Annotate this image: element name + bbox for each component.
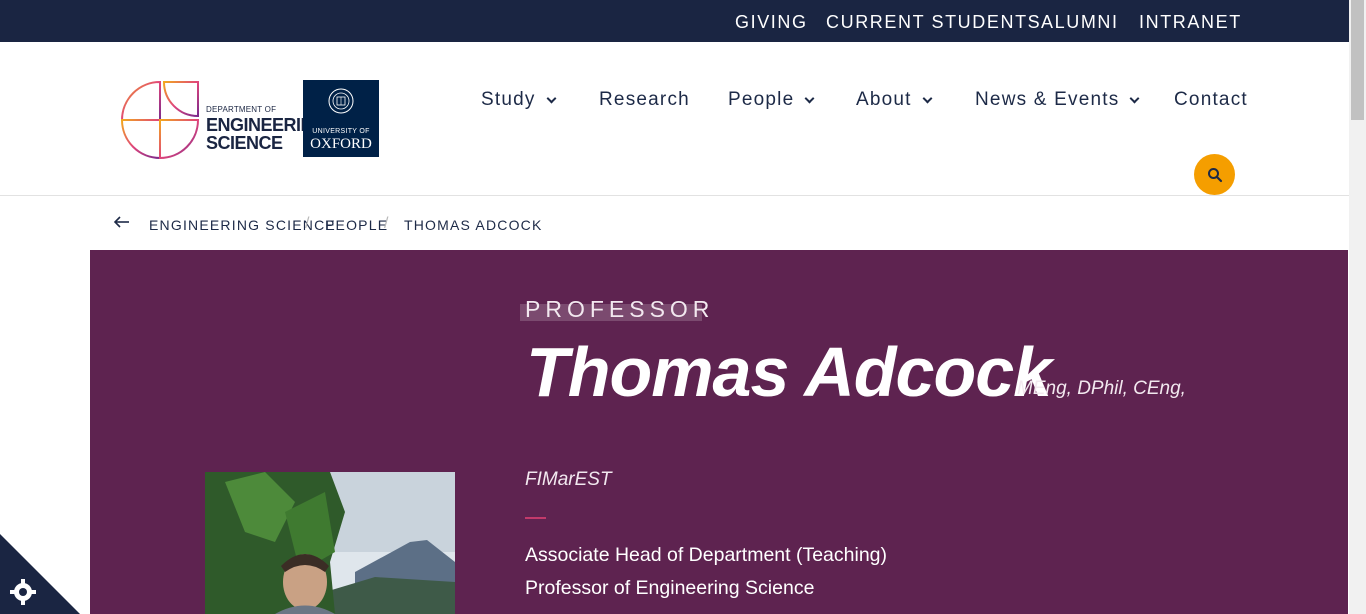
site-header: DEPARTMENT OF ENGINEERING SCIENCE UNIVER…: [0, 42, 1349, 196]
breadcrumb-people[interactable]: PEOPLE: [325, 217, 388, 233]
nav-people-label: People: [728, 89, 795, 110]
profile-title-1: Associate Head of Department (Teaching): [525, 544, 888, 566]
nav-study[interactable]: Study: [481, 89, 557, 111]
profile-role: PROFESSOR: [525, 296, 715, 322]
breadcrumb-separator: /: [305, 215, 310, 232]
breadcrumb-current: THOMAS ADCOCK: [404, 217, 543, 233]
nav-about[interactable]: About: [856, 89, 933, 111]
chevron-down-icon: [922, 93, 933, 103]
divider: [525, 517, 546, 519]
nav-news-label: News & Events: [975, 89, 1120, 110]
profile-title-2: Professor of Engineering Science: [525, 577, 815, 599]
search-button[interactable]: [1194, 154, 1235, 195]
nav-research-label: Research: [599, 89, 690, 110]
search-icon: [1207, 167, 1222, 182]
utility-bar: GIVING CURRENT STUDENTS ALUMNI INTRANET: [0, 0, 1349, 42]
nav-news-events[interactable]: News & Events: [975, 89, 1140, 111]
chevron-down-icon: [1129, 93, 1140, 103]
profile-photo: [205, 472, 455, 614]
department-logo-icon[interactable]: [120, 80, 200, 160]
oxford-line-2: OXFORD: [310, 136, 372, 152]
profile-postnominals-1: MEng, DPhil, CEng,: [1017, 378, 1186, 399]
scrollbar-thumb[interactable]: [1351, 0, 1364, 120]
current-students-link[interactable]: CURRENT STUDENTS: [826, 12, 1041, 33]
chevron-down-icon: [546, 93, 557, 103]
nav-research[interactable]: Research: [599, 89, 690, 111]
nav-people[interactable]: People: [728, 89, 815, 111]
intranet-link[interactable]: INTRANET: [1139, 12, 1242, 33]
breadcrumb-separator: /: [384, 215, 389, 232]
breadcrumb: ENGINEERING SCIENCE / PEOPLE / THOMAS AD…: [0, 196, 1349, 250]
profile-name: Thomas Adcock: [526, 333, 1052, 411]
oxford-crest-icon: [328, 88, 354, 114]
chevron-down-icon: [804, 93, 815, 103]
nav-study-label: Study: [481, 89, 536, 110]
oxford-line-1: UNIVERSITY OF: [312, 128, 370, 135]
profile-postnominals-2: FIMarEST: [525, 469, 612, 490]
nav-contact-label: Contact: [1174, 89, 1248, 110]
alumni-link[interactable]: ALUMNI: [1041, 12, 1119, 33]
profile-hero: PROFESSOR Thomas Adcock MEng, DPhil, CEn…: [90, 250, 1348, 614]
cookie-settings-button[interactable]: [0, 534, 80, 614]
nav-contact[interactable]: Contact: [1174, 89, 1248, 111]
giving-link[interactable]: GIVING: [735, 12, 808, 33]
oxford-logo[interactable]: UNIVERSITY OF OXFORD: [303, 80, 379, 157]
arrow-left-icon[interactable]: [113, 214, 131, 230]
nav-about-label: About: [856, 89, 912, 110]
